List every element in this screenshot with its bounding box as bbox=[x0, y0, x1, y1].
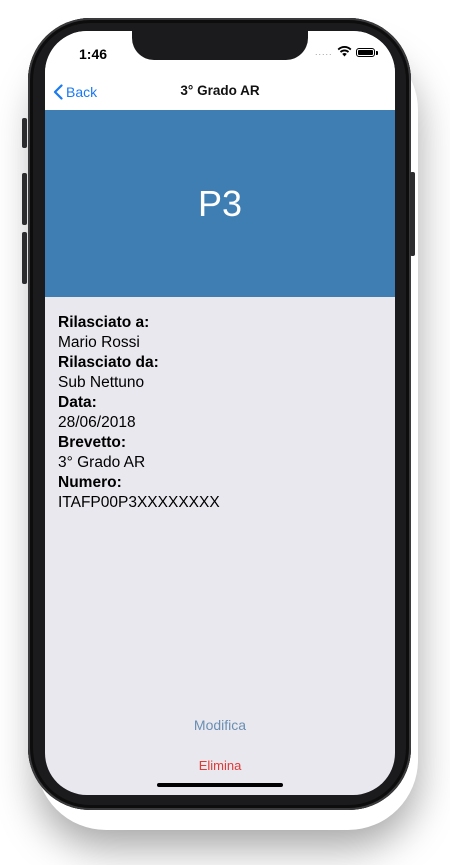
edit-button[interactable]: Modifica bbox=[45, 717, 395, 733]
signal-icon: ..... bbox=[315, 47, 333, 57]
header-banner: P3 bbox=[45, 110, 395, 297]
status-time: 1:46 bbox=[79, 46, 107, 62]
delete-button[interactable]: Elimina bbox=[45, 758, 395, 773]
notch bbox=[132, 31, 308, 60]
volume-up-button bbox=[22, 173, 27, 225]
wifi-icon bbox=[337, 45, 352, 57]
navigation-bar: Back 3° Grado AR bbox=[45, 75, 395, 110]
battery-cap bbox=[376, 51, 378, 55]
mute-switch bbox=[22, 118, 27, 148]
power-button bbox=[410, 172, 415, 256]
detail-value-number: ITAFP00P3XXXXXXXX bbox=[58, 493, 378, 513]
app-screen: 1:46 ..... Back 3° Grado AR P3 Rilasciat… bbox=[45, 31, 395, 795]
detail-value-certification: 3° Grado AR bbox=[58, 453, 378, 473]
detail-label-date: Data: bbox=[58, 393, 378, 413]
home-indicator[interactable] bbox=[157, 783, 283, 787]
certification-code: P3 bbox=[198, 183, 242, 225]
detail-label-issued-to: Rilasciato a: bbox=[58, 313, 378, 333]
detail-label-certification: Brevetto: bbox=[58, 433, 378, 453]
detail-value-date: 28/06/2018 bbox=[58, 413, 378, 433]
detail-value-issued-by: Sub Nettuno bbox=[58, 373, 378, 393]
detail-label-number: Numero: bbox=[58, 473, 378, 493]
detail-value-issued-to: Mario Rossi bbox=[58, 333, 378, 353]
details-list: Rilasciato a: Mario Rossi Rilasciato da:… bbox=[58, 313, 378, 513]
volume-down-button bbox=[22, 232, 27, 284]
page-title: 3° Grado AR bbox=[45, 83, 395, 98]
detail-label-issued-by: Rilasciato da: bbox=[58, 353, 378, 373]
battery-icon bbox=[356, 48, 375, 57]
